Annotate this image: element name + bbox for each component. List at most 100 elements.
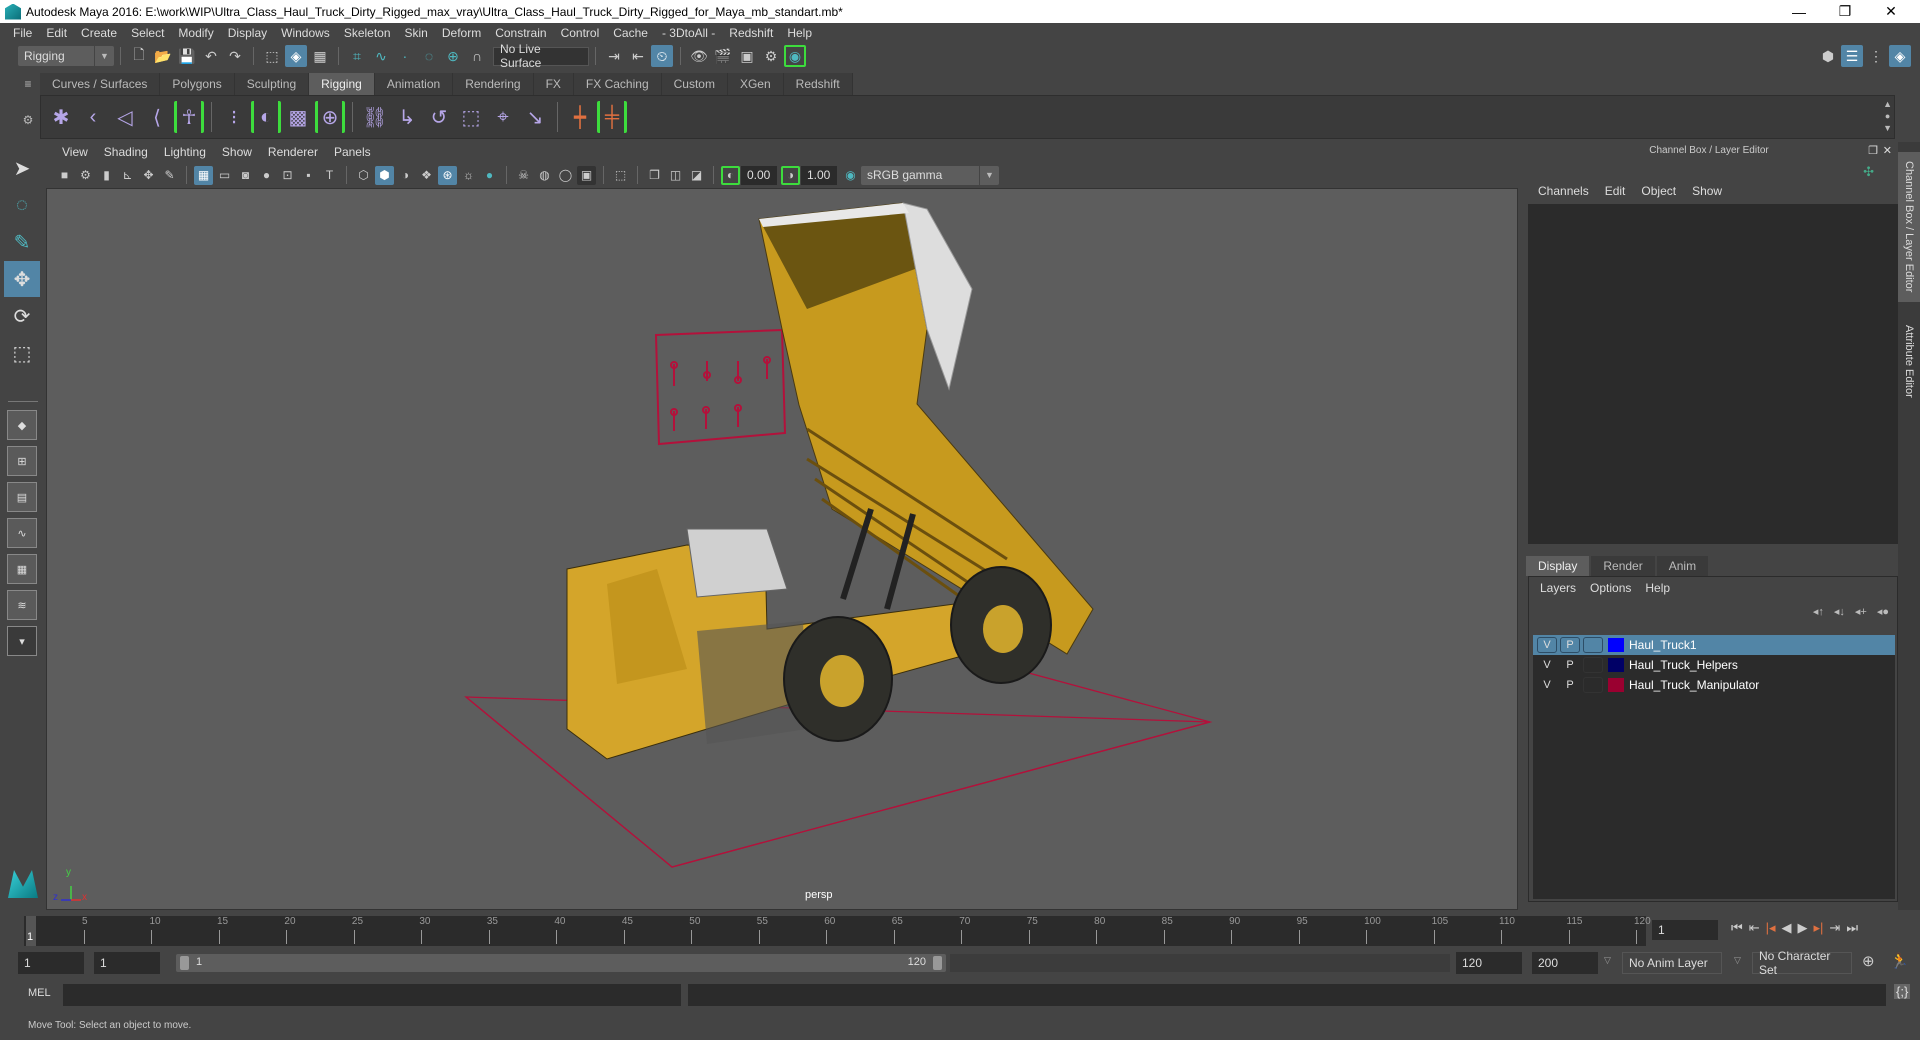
screen-space-ao-icon[interactable]: ●: [480, 166, 499, 185]
menu-3dtoall[interactable]: - 3DtoAll -: [655, 26, 722, 40]
move-layer-down-icon[interactable]: ◂↓: [1834, 605, 1845, 618]
command-language-label[interactable]: MEL: [28, 987, 51, 999]
persp-graph-layout-icon[interactable]: ∿: [7, 518, 37, 548]
layer-tab-display[interactable]: Display: [1526, 556, 1590, 576]
menu-edit[interactable]: Edit: [39, 26, 74, 40]
menu-skin[interactable]: Skin: [398, 26, 435, 40]
color-management-icon[interactable]: ◉: [841, 166, 860, 185]
menu-select[interactable]: Select: [124, 26, 171, 40]
smooth-shade-icon[interactable]: ⬢: [375, 165, 394, 185]
isolate-select-icon[interactable]: ▣: [577, 165, 596, 185]
make-live-icon[interactable]: ∩: [466, 45, 488, 67]
play-forwards-icon[interactable]: ▶: [1795, 920, 1811, 936]
menu-create[interactable]: Create: [74, 26, 124, 40]
rotate-tool-icon[interactable]: ⟳: [4, 298, 40, 334]
shelf-tab-rendering[interactable]: Rendering: [453, 73, 534, 95]
layer-tab-anim[interactable]: Anim: [1656, 556, 1709, 576]
grease-pencil-icon[interactable]: ✎: [160, 166, 179, 185]
shelf-tab-rigging[interactable]: Rigging: [309, 73, 375, 95]
manipulator-axes-icon[interactable]: ✣: [1863, 164, 1874, 180]
snap-projected-center-icon[interactable]: ⊕: [442, 45, 464, 67]
close-panel-icon[interactable]: ✕: [1883, 144, 1892, 157]
display-type-toggle[interactable]: [1583, 657, 1603, 673]
script-editor-icon[interactable]: {;}: [1894, 984, 1911, 999]
select-component-icon[interactable]: ▦: [309, 45, 331, 67]
layer-tab-render[interactable]: Render: [1591, 556, 1655, 576]
humanik-icon[interactable]: ☥: [174, 101, 204, 133]
snap-curve-icon[interactable]: ∿: [370, 45, 392, 67]
tool-settings-toggle-icon[interactable]: ⋮: [1865, 45, 1887, 67]
menu-windows[interactable]: Windows: [274, 26, 337, 40]
new-layer-selected-icon[interactable]: ◂●: [1877, 605, 1889, 618]
animation-preferences-icon[interactable]: 🏃: [1890, 952, 1909, 970]
character-set-dropdown[interactable]: No Character Set: [1752, 949, 1852, 977]
move-layer-up-icon[interactable]: ◂↑: [1813, 605, 1824, 618]
paint-skin-weights-icon[interactable]: ◐: [251, 101, 281, 133]
side-tab-channel-box[interactable]: Channel Box / Layer Editor: [1898, 152, 1920, 302]
viewport-menu-panels[interactable]: Panels: [326, 145, 379, 159]
point-constraint-icon[interactable]: ↳: [392, 101, 422, 133]
go-to-end-icon[interactable]: ⏭: [1843, 920, 1861, 936]
shelf-settings-icon[interactable]: ⚙: [18, 113, 38, 127]
viewport-menu-lighting[interactable]: Lighting: [156, 145, 214, 159]
shadows-icon[interactable]: ☼: [459, 166, 478, 185]
layer-row[interactable]: V P Haul_Truck1: [1533, 635, 1895, 655]
layer-menu-help[interactable]: Help: [1638, 581, 1677, 595]
ipr-render-icon[interactable]: ▣: [736, 45, 758, 67]
step-forward-key-icon[interactable]: ▸|: [1811, 920, 1827, 936]
image-plane-icon[interactable]: ⊾: [118, 166, 137, 185]
construction-history-icon[interactable]: ⏲: [651, 45, 673, 67]
playback-toggle[interactable]: P: [1560, 677, 1580, 693]
exposure-toggle-icon[interactable]: ◪: [687, 166, 706, 185]
safe-action-icon[interactable]: ▪: [299, 166, 318, 185]
undo-icon[interactable]: ↶: [200, 45, 222, 67]
visibility-toggle[interactable]: V: [1537, 637, 1557, 653]
lasso-tool-icon[interactable]: ◌: [4, 187, 40, 223]
close-button[interactable]: ✕: [1868, 0, 1914, 23]
range-start-handle[interactable]: [180, 956, 189, 970]
channel-menu-edit[interactable]: Edit: [1597, 184, 1634, 198]
display-type-toggle[interactable]: [1583, 677, 1603, 693]
mirror-joint-icon[interactable]: ◁: [110, 101, 140, 133]
viewport-persp[interactable]: y x z persp: [46, 188, 1518, 910]
layer-color-swatch[interactable]: [1608, 678, 1624, 692]
shelf-tab-curves-surfaces[interactable]: Curves / Surfaces: [40, 73, 161, 95]
bind-skin-icon[interactable]: ⁝: [219, 101, 249, 133]
menu-deform[interactable]: Deform: [435, 26, 488, 40]
camera-attributes-icon[interactable]: ⚙: [76, 166, 95, 185]
shelf-tab-sculpting[interactable]: Sculpting: [234, 73, 310, 95]
gamma-field[interactable]: 1.00: [801, 165, 837, 185]
animation-end-field[interactable]: 200: [1532, 952, 1598, 974]
wireframe-icon[interactable]: ⬡: [354, 166, 373, 185]
time-slider-track[interactable]: 1 5 10 15 20 25 30 35 40 45 50 55 60 65 70 75 80 85 90 95 1…: [24, 916, 1651, 946]
add-influence-icon[interactable]: ┿: [565, 101, 595, 133]
depth-of-field-icon[interactable]: ◯: [556, 166, 575, 185]
menu-display[interactable]: Display: [221, 26, 274, 40]
xray-active-components-icon[interactable]: ❐: [645, 166, 664, 185]
input-ops-icon[interactable]: ⇥: [603, 45, 625, 67]
create-joints-icon[interactable]: ✱: [46, 101, 76, 133]
menu-redshift[interactable]: Redshift: [722, 26, 780, 40]
render-view-icon[interactable]: 👁: [688, 45, 710, 67]
motion-blur-icon[interactable]: ☠: [514, 166, 533, 185]
viewport-menu-renderer[interactable]: Renderer: [260, 145, 326, 159]
viewport-menu-shading[interactable]: Shading: [96, 145, 156, 159]
anim-layer-chevron-icon[interactable]: ▽: [1604, 955, 1611, 966]
bookmark-icon[interactable]: ▮: [97, 166, 116, 185]
field-chart-icon[interactable]: ⊡: [278, 166, 297, 185]
exposure-field[interactable]: 0.00: [741, 165, 777, 185]
layer-row[interactable]: V P Haul_Truck_Manipulator: [1533, 675, 1895, 695]
playback-toggle[interactable]: P: [1560, 657, 1580, 673]
visibility-toggle[interactable]: V: [1537, 657, 1557, 673]
safe-title-icon[interactable]: T: [320, 166, 339, 185]
select-object-icon[interactable]: ◈: [285, 45, 307, 67]
attribute-editor-toggle-icon[interactable]: ☰: [1841, 45, 1863, 67]
modeling-toolkit-icon[interactable]: ⬢: [1817, 45, 1839, 67]
render-current-frame-icon[interactable]: 🎬: [712, 45, 734, 67]
move-tool-icon[interactable]: ✥: [4, 261, 40, 297]
gamma-icon[interactable]: ◑: [781, 165, 800, 185]
viewport-menu-show[interactable]: Show: [214, 145, 260, 159]
exposure-icon[interactable]: ◐: [721, 165, 740, 185]
cluster-icon[interactable]: ⊕: [315, 101, 345, 133]
menu-modify[interactable]: Modify: [171, 26, 220, 40]
